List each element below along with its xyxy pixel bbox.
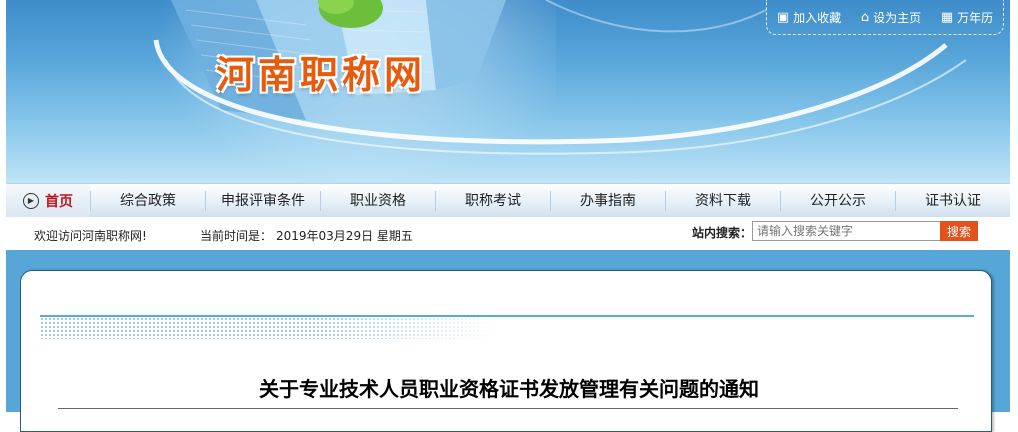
current-time-label: 当前时间是： <box>200 229 273 243</box>
nav-item-downloads[interactable]: 资料下载 <box>665 190 780 211</box>
calendar-label: 万年历 <box>957 10 994 25</box>
bookmark-icon: ▣ <box>776 9 790 25</box>
add-bookmark-label: 加入收藏 <box>793 10 842 25</box>
site-logo-title[interactable]: 河南职称网 <box>216 44 426 99</box>
play-circle-icon: ▶ <box>23 192 39 209</box>
nav-item-guide[interactable]: 办事指南 <box>550 190 665 211</box>
set-homepage-label: 设为主页 <box>873 10 922 25</box>
set-homepage-link[interactable]: ⌂ 设为主页 <box>861 9 921 26</box>
nav-home[interactable]: ▶ 首页 <box>6 184 90 217</box>
home-page-icon: ⌂ <box>860 9 870 25</box>
nav-item-qualification[interactable]: 职业资格 <box>320 190 435 211</box>
header-banner: 河南职称网 ▣ 加入收藏 ⌂ 设为主页 ▦ 万年历 <box>6 0 1010 183</box>
search-button[interactable]: 搜索 <box>940 221 978 241</box>
quick-links-panel: ▣ 加入收藏 ⌂ 设为主页 ▦ 万年历 <box>766 0 1004 35</box>
current-time-value: 2019年03月29日 星期五 <box>276 229 413 243</box>
nav-item-public-notice[interactable]: 公开公示 <box>780 190 895 211</box>
site-search-label: 站内搜索： <box>692 226 753 240</box>
nav-item-title-exam[interactable]: 职称考试 <box>435 190 550 211</box>
site-search-input[interactable] <box>752 221 946 241</box>
nav-item-certificate[interactable]: 证书认证 <box>895 190 1010 211</box>
nav-home-label: 首页 <box>45 193 73 210</box>
welcome-text: 欢迎访问河南职称网! <box>34 229 147 243</box>
article-title: 关于专业技术人员职业资格证书发放管理有关问题的通知 <box>259 377 759 401</box>
nav-item-policy[interactable]: 综合政策 <box>90 190 205 211</box>
info-bar: 欢迎访问河南职称网! 当前时间是： 2019年03月29日 星期五 站内搜索： … <box>6 217 1010 249</box>
calendar-link[interactable]: ▦ 万年历 <box>941 9 993 26</box>
nav-item-application-conditions[interactable]: 申报评审条件 <box>205 190 320 211</box>
add-bookmark-link[interactable]: ▣ 加入收藏 <box>777 9 841 26</box>
title-underline <box>58 408 958 409</box>
card-dot-pattern <box>40 317 500 339</box>
main-nav: ▶ 首页 综合政策 申报评审条件 职业资格 职称考试 办事指南 资料下载 公开公… <box>6 183 1010 218</box>
calendar-icon: ▦ <box>940 9 954 25</box>
